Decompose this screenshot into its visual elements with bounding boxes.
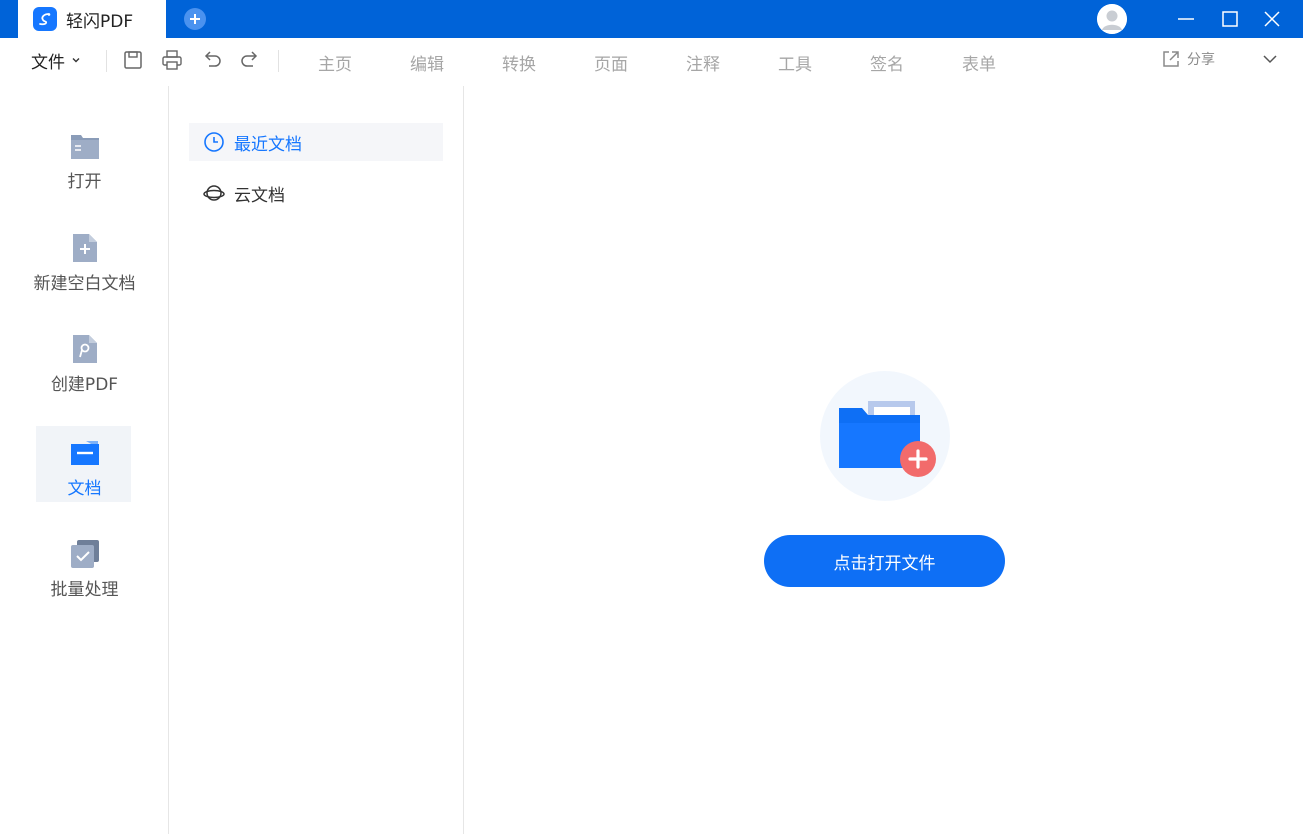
recent-documents-label: 最近文档 [234,134,302,155]
title-bar: 轻闪PDF [0,0,1303,38]
app-logo-icon [33,7,57,31]
sidebar-item-label: 创建PDF [50,375,119,395]
cloud-documents-item[interactable]: 云文档 [189,174,443,212]
open-file-button[interactable]: 点击打开文件 [764,535,1005,587]
left-sidebar: 打开 新建空白文档 创建PDF 文档 批量处理 [0,86,169,834]
sidebar-item-open[interactable]: 打开 [0,131,169,192]
user-avatar-icon[interactable] [1097,4,1127,34]
sidebar-item-label: 批量处理 [50,580,119,600]
sidebar-item-new-blank[interactable]: 新建空白文档 [0,233,169,294]
document-tab[interactable]: 轻闪PDF [18,0,166,38]
minimize-icon [1178,18,1194,20]
undo-button[interactable] [200,48,224,72]
chevron-down-icon [72,58,80,63]
sidebar-item-label: 打开 [67,172,102,192]
tab-tools[interactable]: 工具 [778,50,812,75]
save-icon [124,51,142,69]
close-icon [1264,11,1280,27]
sidebar-item-documents[interactable]: 文档 [0,426,169,502]
divider [106,50,107,72]
toolbar: 文件 主页 编辑 转换 页面 注释 工具 签名 表单 分享 [0,38,1303,86]
cloud-documents-label: 云文档 [234,185,285,206]
tab-sign[interactable]: 签名 [870,50,904,75]
undo-icon [204,51,221,67]
new-tab-button[interactable] [184,8,206,30]
tab-edit[interactable]: 编辑 [410,50,444,75]
plus-icon [190,14,200,24]
create-pdf-icon [69,334,101,364]
maximize-button[interactable] [1219,8,1241,30]
tab-convert[interactable]: 转换 [502,50,536,75]
sidebar-item-label: 新建空白文档 [33,274,136,294]
tab-page[interactable]: 页面 [594,50,628,75]
tab-form[interactable]: 表单 [962,50,996,75]
batch-process-icon [69,539,101,569]
redo-button[interactable] [238,48,262,72]
sidebar-item-batch[interactable]: 批量处理 [0,539,169,600]
sidebar-item-create-pdf[interactable]: 创建PDF [0,334,169,395]
new-document-icon [69,233,101,263]
clock-icon [203,131,225,153]
print-button[interactable] [160,48,184,72]
print-icon [162,50,182,70]
divider [278,50,279,72]
save-button[interactable] [121,48,145,72]
documents-icon [69,438,101,468]
recent-documents-item[interactable]: 最近文档 [189,123,443,161]
share-label: 分享 [1187,52,1215,68]
minimize-button[interactable] [1175,8,1197,30]
cloud-planet-icon [203,182,225,204]
file-menu-button[interactable]: 文件 [31,48,81,73]
collapse-ribbon-button[interactable] [1261,50,1279,72]
maximize-icon [1222,11,1238,27]
share-icon [1163,51,1179,67]
sidebar-item-label: 文档 [67,479,102,499]
document-source-panel: 最近文档 云文档 [170,86,464,834]
tab-home[interactable]: 主页 [318,50,352,75]
folder-add-icon [820,371,950,501]
file-menu-label: 文件 [31,52,65,73]
tab-annotate[interactable]: 注释 [686,50,720,75]
close-button[interactable] [1261,8,1283,30]
folder-open-icon [69,131,101,161]
tab-title: 轻闪PDF [66,11,134,32]
redo-icon [241,51,258,67]
share-button[interactable]: 分享 [1161,49,1215,69]
chevron-down-icon [1263,55,1277,64]
